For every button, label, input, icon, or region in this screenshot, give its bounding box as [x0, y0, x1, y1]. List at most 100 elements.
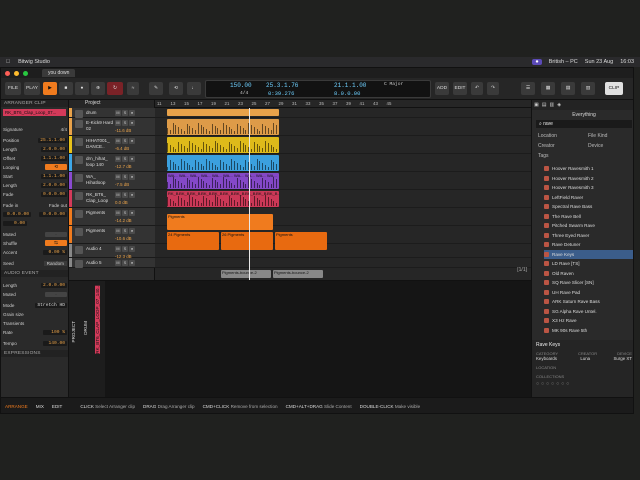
browser-result-item[interactable]: LeftField Raver — [544, 193, 633, 202]
clip-button[interactable]: CLIP — [605, 82, 623, 95]
track-header[interactable]: Pigments M S ● -10.6 dB — [69, 226, 155, 244]
track-name[interactable]: Pigments — [86, 210, 114, 216]
clip-name-field[interactable]: RK_BT6_Clap_Loop_07... — [3, 109, 66, 116]
arm-button[interactable]: ● — [129, 110, 135, 116]
filter-location[interactable]: Location — [538, 133, 557, 139]
track-header[interactable]: RK_BT6_ Clap_Loop M S ● 0.0 dB — [69, 190, 155, 208]
project-vtab[interactable]: PROJECT — [71, 321, 76, 342]
clip-editor-area[interactable] — [105, 281, 531, 398]
browser-icon[interactable]: ▥ — [581, 82, 595, 95]
mute-button[interactable]: M — [115, 210, 121, 216]
browser-result-item[interactable]: Rave Keys — [544, 249, 633, 259]
browser-tab-icon[interactable]: ▤ — [542, 102, 547, 108]
track-name[interactable]: RK_BT6_ Clap_Loop — [86, 192, 114, 203]
playhead[interactable] — [249, 108, 250, 280]
mode-row[interactable]: Mode Stretch HD — [3, 301, 67, 309]
browser-result-item[interactable]: The Rave Bell — [544, 212, 633, 221]
mute-button[interactable]: M — [115, 228, 121, 234]
track-volume[interactable]: -12.7 dB — [115, 164, 132, 169]
shuffle-row[interactable]: Shuffle ⇆ — [3, 239, 67, 247]
device-value[interactable]: Surge XT — [613, 356, 632, 361]
arranger-clip[interactable] — [167, 155, 279, 171]
track-name[interactable]: drum — [86, 110, 114, 116]
fade-values[interactable]: 0.0.0.00 0.0.0.00 — [3, 210, 67, 218]
solo-button[interactable]: S — [122, 174, 128, 180]
track-volume[interactable]: -7.5 dB — [115, 182, 129, 187]
arranger-timeline[interactable]: WA... WA... WA... WA... WA... WA... WA... WA...… — [155, 108, 531, 280]
track-volume[interactable]: -11.6 dB — [115, 128, 131, 133]
fade-row[interactable]: Fade 0.0.0.00 — [3, 190, 67, 198]
filter-file-kind[interactable]: File Kind — [588, 133, 607, 139]
track-header[interactable]: drn_hihat_ loop 140 M S ● -12.7 dB — [69, 154, 155, 172]
solo-button[interactable]: S — [122, 210, 128, 216]
arranger-clip[interactable]: RK_B... RK_B... RK_B... RK_B... RK_B... RK_B.… — [167, 191, 279, 207]
track-header[interactable]: Audio 5 M S ● — [69, 258, 155, 268]
dnd-badge[interactable]: ● — [532, 59, 542, 65]
signature-row[interactable]: Signature 4/4 — [3, 125, 67, 133]
layout-icon[interactable]: ▦ — [541, 82, 555, 95]
length-row[interactable]: Length 2.0.0.00 — [3, 145, 67, 153]
solo-button[interactable]: S — [122, 120, 128, 126]
track-name[interactable]: Pigments — [86, 228, 114, 234]
browser-search-input[interactable]: ⌕ rave — [536, 120, 632, 128]
stop-button[interactable]: ■ — [59, 82, 73, 95]
edit-button[interactable]: EDIT — [453, 82, 467, 95]
tab-arrange[interactable]: ARRANGE — [5, 404, 28, 409]
browser-result-item[interactable]: Spectral Rave Bass — [544, 202, 633, 211]
input-source[interactable]: British – PC — [549, 59, 578, 65]
solo-button[interactable]: S — [122, 110, 128, 116]
filter-tags[interactable]: Tags — [538, 153, 549, 159]
arm-button[interactable]: ● — [129, 138, 135, 144]
browser-result-item[interactable]: Hoover Ravesmith 1 — [544, 164, 633, 173]
creator-value[interactable]: Luna — [580, 356, 590, 361]
browser-result-item[interactable]: Hoover Ravesmith 3 — [544, 183, 633, 192]
time-value[interactable]: 0:39.276 — [268, 90, 294, 97]
app-name[interactable]: Bitwig Studio — [18, 59, 50, 65]
arm-button[interactable]: ● — [129, 120, 135, 126]
browser-result-item[interactable]: Hoover Ravesmith 2 — [544, 174, 633, 183]
solo-button[interactable]: S — [122, 156, 128, 162]
browser-tab-icon[interactable]: ◈ — [557, 102, 561, 108]
transport-display[interactable]: 150.00 4/4 25.3.1.76 0:39.276 21.1.1.00 … — [205, 80, 431, 98]
track-name[interactable]: E-Kick9 Hard 02 — [86, 120, 114, 131]
undo-icon[interactable]: ↶ — [471, 82, 483, 95]
minimize-window-button[interactable] — [14, 70, 19, 76]
mute-button[interactable]: M — [115, 260, 121, 266]
track-lane[interactable] — [155, 258, 531, 268]
mute-button[interactable]: M — [115, 174, 121, 180]
solo-button[interactable]: S — [122, 138, 128, 144]
group-clip[interactable] — [167, 109, 279, 116]
browser-result-item[interactable]: ARK Saturn Rave Bass — [544, 297, 633, 306]
browser-tab-icon[interactable]: ▣ — [534, 102, 539, 108]
redo-icon[interactable]: ↷ — [487, 82, 499, 95]
automation-button[interactable]: ≈ — [127, 82, 139, 95]
loop-length-row[interactable]: Length 2.0.0.00 — [3, 181, 67, 189]
track-volume[interactable]: -6.4 dB — [115, 146, 129, 151]
solo-button[interactable]: S — [122, 192, 128, 198]
track-name[interactable]: WA_ Hihatloop — [86, 174, 114, 185]
arm-button[interactable]: ● — [129, 260, 135, 266]
mixer-icon[interactable]: ☰ — [521, 82, 535, 95]
track-header[interactable]: HIHAT001_ DANCE.. M S ● -6.4 dB — [69, 136, 155, 154]
arm-button[interactable]: ● — [129, 228, 135, 234]
level-row[interactable]: 0.00 — [3, 219, 67, 227]
track-header[interactable]: Audio 4 M S ● -12.3 dB — [69, 244, 155, 259]
solo-button[interactable]: S — [122, 228, 128, 234]
tempo-value[interactable]: 150.00 — [230, 82, 252, 89]
launcher-record-button[interactable]: ↻ — [107, 82, 123, 95]
muted-row[interactable]: Muted · — [3, 230, 67, 238]
record-button[interactable]: ● — [75, 82, 89, 95]
tab-edit[interactable]: EDIT — [52, 404, 62, 409]
browser-result-item[interactable]: Rave Detuner — [544, 240, 633, 249]
bounce-clip[interactable]: Pigments-bounce-2 — [273, 270, 323, 278]
track-vtab[interactable]: DRUM — [83, 321, 88, 335]
arranger-clip[interactable] — [167, 137, 279, 153]
time-signature[interactable]: 4/4 — [240, 91, 248, 96]
mute-button[interactable]: M — [115, 192, 121, 198]
browser-result-item[interactable]: Pitched Swarm Rave — [544, 221, 633, 230]
event-length-row[interactable]: Length 2.0.0.00 — [3, 281, 67, 289]
track-name[interactable]: Audio 4 — [86, 246, 114, 252]
key-value[interactable]: C Major — [384, 82, 403, 87]
tempo-row[interactable]: Tempo 140.00 — [3, 339, 67, 347]
panel-icon[interactable]: ▤ — [561, 82, 575, 95]
